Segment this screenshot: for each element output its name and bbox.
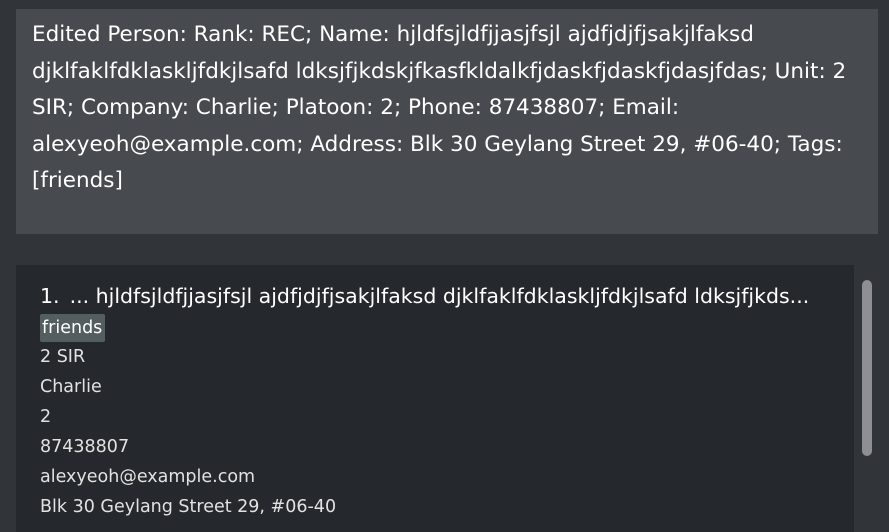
person-list-scrollbar[interactable] [862, 280, 872, 532]
scrollbar-thumb[interactable] [862, 280, 872, 456]
person-platoon: 2 [40, 407, 52, 427]
person-address: Blk 30 Geylang Street 29, #06-40 [40, 497, 337, 517]
person-index: 1. [40, 284, 60, 308]
person-company: Charlie [40, 377, 102, 397]
result-message: Edited Person: Rank: REC; Name: hjldfsjl… [32, 22, 854, 193]
tag-badge: friends [40, 314, 106, 342]
person-card[interactable]: 1. ... hjldfsjldfjjasjfsjl ajdfjdjfjsakjl… [40, 281, 850, 522]
person-card-header: 1. ... hjldfsjldfjjasjfsjl ajdfjdjfjsakjl… [40, 281, 850, 311]
person-unit: 2 SIR [40, 347, 86, 367]
person-email: alexyeoh@example.com [40, 467, 256, 487]
person-phone: 87438807 [40, 437, 130, 457]
person-name: ... hjldfsjldfjjasjfsjl ajdfjdjfjsakjlfa… [69, 284, 810, 308]
person-list-panel[interactable]: 1. ... hjldfsjldfjjasjfsjl ajdfjdjfjsakjl… [16, 265, 854, 532]
result-display: Edited Person: Rank: REC; Name: hjldfsjl… [16, 9, 878, 234]
